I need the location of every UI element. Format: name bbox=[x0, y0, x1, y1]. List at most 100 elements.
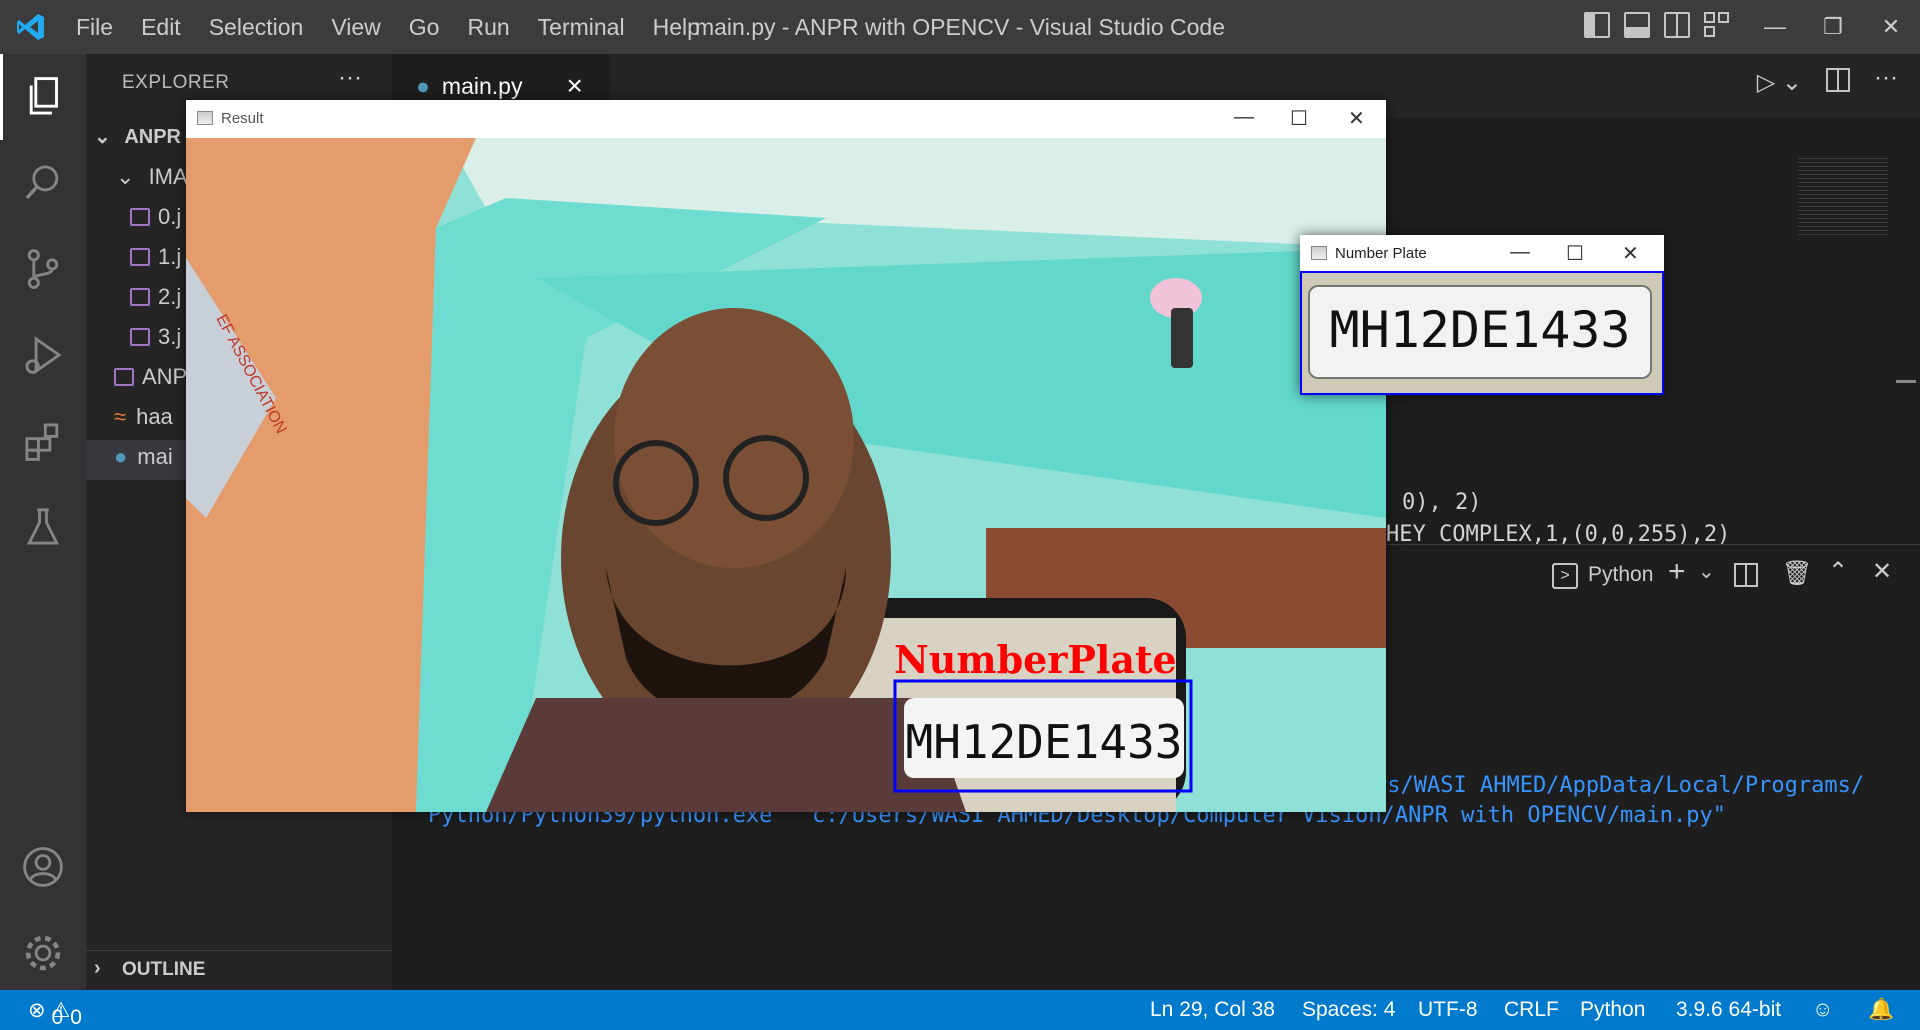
feedback-icon[interactable]: ☺ bbox=[1812, 998, 1833, 1022]
image-file-icon bbox=[130, 208, 150, 226]
menu-file[interactable]: File bbox=[62, 14, 127, 41]
tree-file-2[interactable]: 2.j bbox=[130, 284, 181, 310]
minimize-icon[interactable]: — bbox=[1234, 106, 1254, 129]
tree-file-3[interactable]: 3.j bbox=[130, 324, 181, 350]
more-actions-icon[interactable]: ··· bbox=[1874, 64, 1898, 92]
terminal-name[interactable]: Python bbox=[1588, 563, 1653, 587]
menu-help[interactable]: Help bbox=[639, 14, 714, 41]
end-of-line[interactable]: CRLF bbox=[1504, 998, 1559, 1022]
encoding[interactable]: UTF-8 bbox=[1418, 998, 1478, 1022]
error-count: 0 bbox=[51, 1006, 64, 1029]
menu-selection[interactable]: Selection bbox=[195, 14, 318, 41]
new-terminal-icon[interactable]: + bbox=[1668, 555, 1686, 589]
indentation[interactable]: Spaces: 4 bbox=[1302, 998, 1395, 1022]
terminal-icon: > bbox=[1552, 563, 1578, 589]
result-window[interactable]: Result — ☐ ✕ EF ASSOCIATION MH12DE1433 N… bbox=[186, 100, 1386, 812]
maximize-panel-icon[interactable]: ⌃ bbox=[1828, 557, 1848, 586]
chevron-right-icon: › bbox=[94, 957, 101, 979]
terminal-line: rs/WASI AHMED/AppData/Local/Programs/ bbox=[1374, 773, 1865, 798]
image-file-icon bbox=[130, 288, 150, 306]
python-interpreter[interactable]: 3.9.6 64-bit bbox=[1676, 998, 1781, 1022]
menu-view[interactable]: View bbox=[317, 14, 394, 41]
maximize-icon[interactable]: ☐ bbox=[1566, 241, 1584, 266]
window-app-icon bbox=[1311, 246, 1327, 260]
search-icon[interactable] bbox=[0, 140, 86, 226]
account-icon[interactable] bbox=[0, 824, 86, 910]
status-bar: ⊗ 0 ⚠ 0 Ln 29, Col 38 Spaces: 4 UTF-8 CR… bbox=[0, 990, 1920, 1030]
plate-text: MH12DE1433 bbox=[906, 715, 1183, 769]
python-file-icon: ● bbox=[416, 72, 430, 99]
scrollbar[interactable] bbox=[1896, 380, 1916, 383]
trash-icon[interactable]: 🗑 bbox=[1782, 559, 1812, 588]
file-label: ANP bbox=[142, 364, 188, 389]
close-icon[interactable]: ✕ bbox=[1348, 106, 1365, 131]
outline-section[interactable]: › OUTLINE bbox=[86, 950, 392, 990]
run-debug-icon[interactable] bbox=[0, 312, 86, 398]
chevron-down-icon[interactable]: ⌄ bbox=[1698, 559, 1715, 584]
cursor-position[interactable]: Ln 29, Col 38 bbox=[1150, 998, 1275, 1022]
run-python-icon[interactable]: ▷ ⌄ bbox=[1757, 68, 1802, 97]
number-plate-window-titlebar[interactable]: Number Plate — ☐ ✕ bbox=[1300, 235, 1664, 271]
file-label: 2.j bbox=[158, 284, 182, 309]
tree-folder-images[interactable]: ⌄ IMA bbox=[116, 164, 188, 190]
split-editor-icon[interactable] bbox=[1826, 68, 1850, 92]
toggle-secondary-sidebar-icon[interactable] bbox=[1664, 12, 1690, 38]
notifications-bell-icon[interactable]: 🔔 bbox=[1868, 998, 1894, 1022]
python-file-icon: ● bbox=[114, 444, 128, 469]
close-panel-icon[interactable]: ✕ bbox=[1872, 557, 1892, 586]
activity-bar bbox=[0, 54, 86, 990]
language-mode[interactable]: Python bbox=[1580, 998, 1645, 1022]
menu-run[interactable]: Run bbox=[453, 14, 523, 41]
menu-go[interactable]: Go bbox=[395, 14, 454, 41]
close-icon[interactable]: ✕ bbox=[1622, 241, 1639, 266]
minimize-icon[interactable]: — bbox=[1510, 241, 1530, 264]
number-plate-window[interactable]: Number Plate — ☐ ✕ MH12DE1433 bbox=[1300, 235, 1664, 395]
file-label: 0.j bbox=[158, 204, 182, 229]
tab-label: main.py bbox=[441, 72, 523, 99]
plate-crop-image: MH12DE1433 bbox=[1300, 271, 1664, 395]
result-image: EF ASSOCIATION MH12DE1433 NumberPlate bbox=[186, 138, 1386, 812]
chevron-down-icon: ⌄ bbox=[116, 164, 135, 189]
testing-icon[interactable] bbox=[0, 484, 86, 570]
toggle-primary-sidebar-icon[interactable] bbox=[1584, 12, 1610, 38]
toggle-panel-icon[interactable] bbox=[1624, 12, 1650, 38]
maximize-icon[interactable]: ☐ bbox=[1290, 106, 1308, 131]
settings-gear-icon[interactable] bbox=[0, 910, 86, 996]
rss-file-icon: ≈ bbox=[114, 404, 127, 429]
overlay-label: NumberPlate bbox=[894, 637, 1177, 682]
folder-label: IMA bbox=[148, 164, 188, 189]
customize-layout-icon[interactable] bbox=[1704, 12, 1730, 38]
split-terminal-icon[interactable] bbox=[1734, 563, 1758, 587]
warning-count: 0 bbox=[70, 1006, 82, 1029]
vscode-logo-icon bbox=[0, 0, 62, 54]
image-file-icon bbox=[130, 328, 150, 346]
more-actions-icon[interactable]: ··· bbox=[338, 64, 362, 92]
tree-file-anpr[interactable]: ANP bbox=[114, 364, 187, 390]
result-window-titlebar[interactable]: Result — ☐ ✕ bbox=[186, 100, 1386, 138]
result-window-title: Result bbox=[221, 110, 264, 127]
source-control-icon[interactable] bbox=[0, 226, 86, 312]
title-bar: File Edit Selection View Go Run Terminal… bbox=[0, 0, 1920, 54]
extensions-icon[interactable] bbox=[0, 398, 86, 484]
image-file-icon bbox=[114, 368, 134, 386]
tab-close-icon[interactable]: × bbox=[566, 70, 582, 102]
window-app-icon bbox=[197, 111, 213, 125]
file-label: haa bbox=[136, 404, 173, 429]
minimize-icon[interactable]: — bbox=[1746, 0, 1804, 54]
tree-file-haar[interactable]: ≈ haa bbox=[114, 404, 173, 430]
problems-status[interactable]: ⊗ 0 ⚠ 0 bbox=[28, 998, 82, 1029]
minimap[interactable] bbox=[1792, 158, 1902, 544]
menu-edit[interactable]: Edit bbox=[127, 14, 195, 41]
restore-icon[interactable]: ❐ bbox=[1804, 0, 1862, 54]
tree-file-0[interactable]: 0.j bbox=[130, 204, 181, 230]
file-label: 3.j bbox=[158, 324, 182, 349]
image-file-icon bbox=[130, 248, 150, 266]
tree-root-folder[interactable]: ⌄ ANPR bbox=[94, 124, 181, 149]
explorer-icon[interactable] bbox=[0, 54, 86, 140]
menu-terminal[interactable]: Terminal bbox=[524, 14, 639, 41]
plate-crop-text: MH12DE1433 bbox=[1329, 301, 1631, 359]
file-label: 1.j bbox=[158, 244, 182, 269]
close-icon[interactable]: ✕ bbox=[1862, 0, 1920, 54]
explorer-title: EXPLORER bbox=[122, 72, 230, 93]
tree-file-1[interactable]: 1.j bbox=[130, 244, 181, 270]
